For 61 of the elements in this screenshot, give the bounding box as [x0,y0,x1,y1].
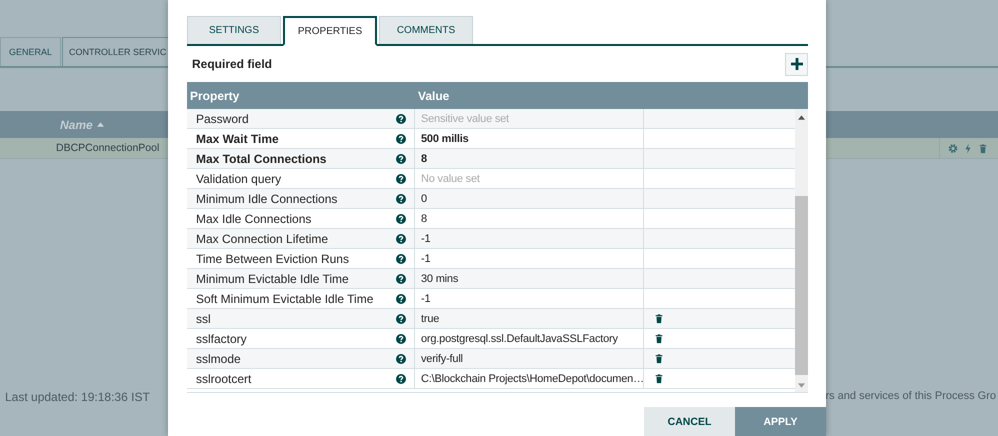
cancel-button[interactable]: CANCEL [644,407,735,436]
property-name: sslfactory [196,332,248,346]
help-icon[interactable] [396,254,406,264]
help-icon[interactable] [396,374,406,384]
property-value[interactable]: -1 [421,252,430,264]
property-name: Password [196,112,250,126]
column-header: Value [417,88,450,102]
property-name: Minimum Evictable Idle Time [196,272,350,286]
plus-icon [790,58,802,70]
property-name: ssl [196,312,212,326]
last-updated-text: Last updated: 19:18:36 IST [5,390,150,404]
trash-icon[interactable] [654,373,664,384]
help-icon[interactable] [396,294,406,304]
property-name: Minimum Idle Connections [196,192,338,206]
property-name: Max Total Connections [196,152,328,166]
property-value[interactable]: org.postgresql.ssl.DefaultJavaSSLFactory [421,332,618,344]
property-value[interactable]: 30 mins [421,272,458,284]
property-value[interactable]: true [421,312,440,324]
property-name: Time Between Eviction Runs [196,252,350,266]
help-icon[interactable] [396,194,406,204]
table-cell: DBCPConnectionPool [56,142,160,154]
tab[interactable]: PROPERTIES [283,16,377,46]
property-name: Max Wait Time [196,132,280,146]
property-name: sslmode [196,352,242,366]
property-value[interactable]: C:\Blockchain Projects\HomeDepot\documen… [421,372,644,384]
help-icon[interactable] [396,234,406,244]
property-value[interactable]: 500 millis [421,132,469,144]
help-icon[interactable] [396,114,406,124]
property-value[interactable]: 0 [421,192,427,204]
help-icon[interactable] [396,214,406,224]
add-property-button[interactable] [785,52,808,76]
property-name: Validation query [196,172,282,186]
tab[interactable]: GENERAL [0,37,62,66]
property-value[interactable]: 8 [421,152,427,164]
help-icon[interactable] [396,354,406,364]
trash-icon[interactable] [654,333,664,344]
column-header: Property [189,88,240,102]
property-name: sslrootcert [196,372,252,386]
property-value[interactable]: 8 [421,212,427,224]
trash-icon[interactable] [654,353,664,364]
gear-icon[interactable] [948,142,958,154]
tab[interactable]: COMMENTS [379,16,473,44]
lightning-icon[interactable] [963,142,973,154]
property-value[interactable]: -1 [421,292,430,304]
scroll-up-icon[interactable] [798,115,805,120]
property-name: Max Connection Lifetime [196,232,330,246]
trash-icon[interactable] [654,313,664,324]
help-icon[interactable] [396,274,406,284]
footer-text: rs and services of this Process Gro [825,390,997,402]
property-name: Max Idle Connections [196,212,312,226]
tab[interactable]: SETTINGS [187,16,281,44]
help-icon[interactable] [396,314,406,324]
property-value[interactable]: verify-full [421,352,463,364]
property-name: Soft Minimum Evictable Idle Time [196,292,374,306]
sort-ascending-icon [96,122,104,127]
help-icon[interactable] [396,334,406,344]
help-icon[interactable] [396,174,406,184]
help-icon[interactable] [396,134,406,144]
scrollbar[interactable] [795,109,808,392]
property-value[interactable]: -1 [421,232,430,244]
help-icon[interactable] [396,154,406,164]
